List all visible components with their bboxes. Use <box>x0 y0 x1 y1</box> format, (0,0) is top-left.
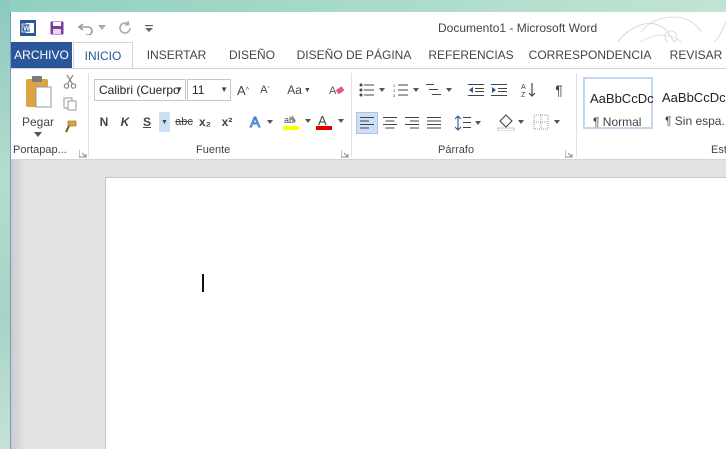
document-area <box>11 160 726 449</box>
increase-indent-icon[interactable] <box>490 80 508 100</box>
clipboard-launcher-icon[interactable] <box>78 147 87 158</box>
subscript-button[interactable]: x₂ <box>196 112 214 132</box>
style-no-spacing-sample: AaBbCcDc <box>662 90 726 105</box>
ribbon: Pegar Portapap... Calibri (Cuerpo ▼ 11 ▼… <box>11 68 726 160</box>
align-left-button[interactable] <box>356 112 378 134</box>
bullets-button[interactable] <box>358 80 388 100</box>
strikethrough-button[interactable]: abc <box>173 112 195 132</box>
svg-text:A: A <box>318 113 327 128</box>
window-title: Documento1 - Microsoft Word <box>438 21 598 35</box>
highlight-color-button[interactable]: ab <box>281 112 315 132</box>
paragraph-group-label: Párrafo <box>438 144 475 156</box>
style-no-spacing-label: ¶ Sin espa... <box>665 114 726 128</box>
word-app-icon[interactable]: W <box>19 19 37 37</box>
styles-group-label: Est <box>711 144 726 156</box>
copy-icon[interactable] <box>61 96 79 112</box>
group-separator <box>88 73 89 157</box>
cut-icon[interactable] <box>61 74 79 90</box>
svg-text:Z: Z <box>521 92 526 98</box>
svg-text:A: A <box>250 114 260 130</box>
font-name-combo[interactable]: Calibri (Cuerpo ▼ <box>94 79 186 101</box>
customize-qat-icon[interactable] <box>143 19 155 37</box>
paste-icon[interactable] <box>23 73 53 111</box>
paragraph-launcher-icon[interactable] <box>564 147 573 158</box>
font-name-value: Calibri (Cuerpo <box>99 83 180 97</box>
save-icon[interactable] <box>48 19 66 37</box>
paste-dropdown-icon[interactable] <box>32 129 44 139</box>
format-painter-icon[interactable] <box>61 119 79 135</box>
tab-inicio[interactable]: INICIO <box>73 42 133 69</box>
show-formatting-icon[interactable]: ¶ <box>551 80 567 100</box>
font-group-label: Fuente <box>196 144 231 156</box>
svg-text:A: A <box>521 84 526 91</box>
desktop-background <box>0 0 10 449</box>
font-size-combo[interactable]: 11 ▼ <box>187 79 231 101</box>
tab-insertar[interactable]: INSERTAR <box>138 42 215 68</box>
left-margin-shadow <box>11 160 25 449</box>
chevron-down-icon: ▼ <box>175 85 183 94</box>
superscript-button[interactable]: x² <box>218 112 236 132</box>
align-right-button[interactable] <box>403 113 421 133</box>
font-size-value: 11 <box>192 83 205 97</box>
decrease-indent-icon[interactable] <box>467 80 485 100</box>
tab-diseno[interactable]: DISEÑO <box>220 42 284 68</box>
title-bar: W Documento1 - Microsoft Word <box>11 12 726 63</box>
multilevel-list-button[interactable] <box>425 80 455 100</box>
group-separator <box>576 73 577 157</box>
paste-button-label[interactable]: Pegar <box>19 115 57 129</box>
tab-correspondencia[interactable]: CORRESPONDENCIA <box>525 42 655 68</box>
underline-dropdown-icon[interactable]: ▼ <box>159 112 170 132</box>
sort-icon[interactable]: AZ <box>520 80 538 100</box>
redo-icon[interactable] <box>116 19 134 37</box>
document-page[interactable] <box>105 177 726 449</box>
underline-button[interactable]: S <box>139 112 155 132</box>
svg-text:3: 3 <box>393 93 396 97</box>
italic-button[interactable]: K <box>117 112 133 132</box>
grow-font-icon[interactable]: A ^ <box>235 80 251 100</box>
tab-archivo[interactable]: ARCHIVO <box>11 42 72 68</box>
svg-text:W: W <box>23 26 30 33</box>
tab-referencias[interactable]: REFERENCIAS <box>425 42 517 68</box>
shading-button[interactable] <box>496 112 528 132</box>
ribbon-tabs: ARCHIVO INICIO INSERTAR DISEÑO DISEÑO DE… <box>11 42 726 69</box>
chevron-down-icon: ▼ <box>220 85 228 94</box>
svg-text:A: A <box>329 85 337 97</box>
borders-button[interactable] <box>532 112 564 132</box>
style-normal[interactable]: AaBbCcDc ¶ Normal <box>583 77 654 129</box>
shrink-font-icon[interactable]: Aˇ <box>257 80 273 100</box>
undo-dropdown-icon[interactable] <box>97 19 107 37</box>
clipboard-group-label: Portapap... <box>13 144 67 156</box>
justify-button[interactable] <box>425 113 443 133</box>
clear-formatting-icon[interactable]: A <box>328 80 346 100</box>
text-cursor <box>202 274 204 292</box>
numbering-button[interactable]: 123 <box>392 80 422 100</box>
tab-diseno-pagina[interactable]: DISEÑO DE PÁGINA <box>290 42 418 68</box>
font-launcher-icon[interactable] <box>340 147 349 158</box>
change-case-button[interactable]: Aa ▼ <box>284 80 314 100</box>
style-normal-sample: AaBbCcDc <box>590 91 654 106</box>
style-normal-label: ¶ Normal <box>593 115 642 129</box>
font-color-button[interactable]: A <box>314 112 348 132</box>
text-effects-button[interactable]: A <box>248 112 276 132</box>
line-spacing-button[interactable] <box>454 113 484 133</box>
tab-revisar[interactable]: REVISAR <box>665 42 726 68</box>
align-center-button[interactable] <box>381 113 399 133</box>
group-separator <box>351 73 352 157</box>
style-no-spacing[interactable]: AaBbCcDc ¶ Sin espa... <box>656 77 726 129</box>
bold-button[interactable]: N <box>96 112 112 132</box>
undo-icon[interactable] <box>77 19 95 37</box>
word-window: W Documento1 - Microsoft Word ARCHIVO IN… <box>10 12 726 449</box>
change-case-label: Aa <box>287 83 302 97</box>
